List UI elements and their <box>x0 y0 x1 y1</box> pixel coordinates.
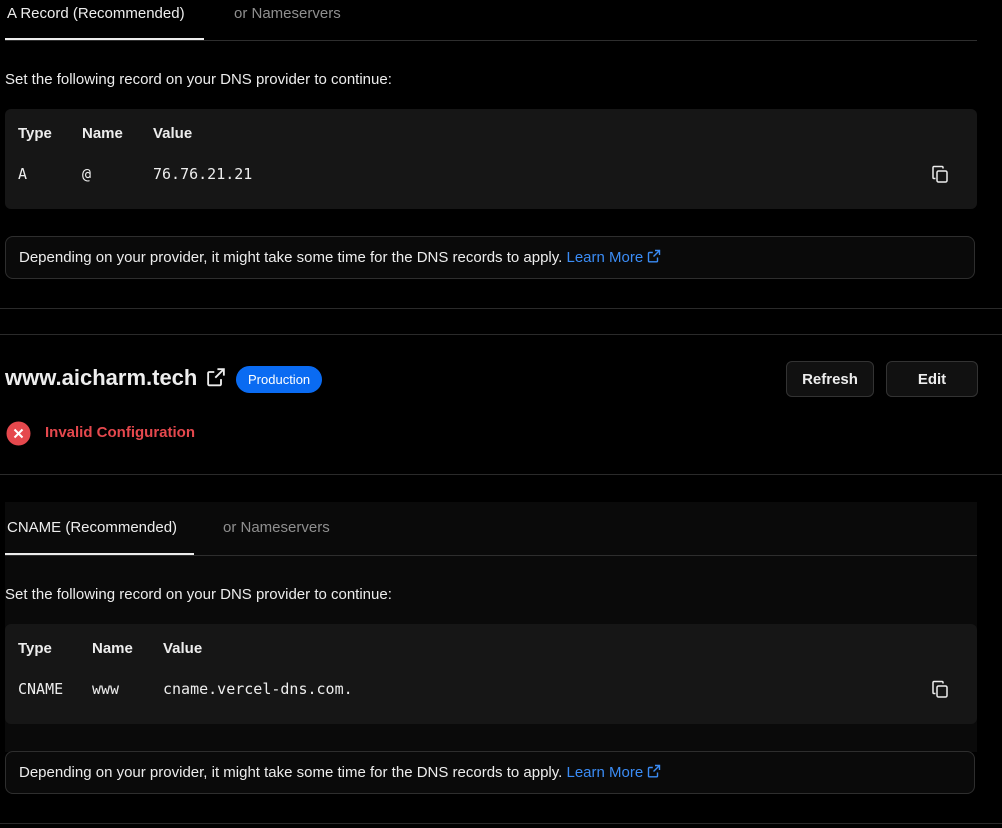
copy-icon[interactable] <box>931 680 949 698</box>
record-tabs: CNAME (Recommended) or Nameservers <box>5 514 977 556</box>
divider <box>0 474 1002 475</box>
tab-a-record[interactable]: A Record (Recommended) <box>5 0 204 40</box>
tab-cname[interactable]: CNAME (Recommended) <box>5 514 194 555</box>
notice-text: Depending on your provider, it might tak… <box>19 249 563 266</box>
domain-link[interactable]: www.aicharm.tech <box>5 365 226 391</box>
refresh-button[interactable]: Refresh <box>786 361 874 397</box>
x-circle-icon <box>6 421 31 446</box>
external-link-icon <box>648 249 661 263</box>
status-text: Invalid Configuration <box>45 424 195 441</box>
tab-nameservers[interactable]: or Nameservers <box>223 514 330 554</box>
tab-nameservers[interactable]: or Nameservers <box>234 0 341 40</box>
record-value: cname.vercel-dns.com. <box>163 680 353 698</box>
divider <box>0 334 1002 335</box>
header-type: Type <box>18 640 52 657</box>
divider <box>0 823 1002 824</box>
propagation-notice: Depending on your provider, it might tak… <box>5 236 975 279</box>
dns-record-table: Type Name Value CNAME www cname.vercel-d… <box>5 624 977 724</box>
header-name: Name <box>82 125 123 142</box>
record-value: 76.76.21.21 <box>153 165 253 183</box>
production-badge: Production <box>236 366 323 393</box>
external-link-icon <box>648 764 661 778</box>
record-name: www <box>92 680 120 698</box>
propagation-notice: Depending on your provider, it might tak… <box>5 751 975 794</box>
record-type: CNAME <box>18 680 64 698</box>
header-value: Value <box>163 640 203 657</box>
external-link-icon[interactable] <box>206 367 226 387</box>
learn-more-link[interactable]: Learn More <box>567 764 662 781</box>
learn-more-link[interactable]: Learn More <box>567 249 662 266</box>
domain-name[interactable]: www.aicharm.tech <box>5 365 197 390</box>
record-type: A <box>18 165 28 183</box>
dns-instruction: Set the following record on your DNS pro… <box>5 586 392 603</box>
record-tabs: A Record (Recommended) or Nameservers <box>5 0 977 41</box>
dns-record-table: Type Name Value A @ 76.76.21.21 <box>5 109 977 209</box>
header-value: Value <box>153 125 193 142</box>
copy-icon[interactable] <box>931 165 949 183</box>
edit-button[interactable]: Edit <box>886 361 978 397</box>
header-name: Name <box>92 640 133 657</box>
dns-instruction: Set the following record on your DNS pro… <box>5 71 392 88</box>
notice-text: Depending on your provider, it might tak… <box>19 764 563 781</box>
divider <box>0 308 1002 309</box>
record-name: @ <box>82 165 92 183</box>
header-type: Type <box>18 125 52 142</box>
